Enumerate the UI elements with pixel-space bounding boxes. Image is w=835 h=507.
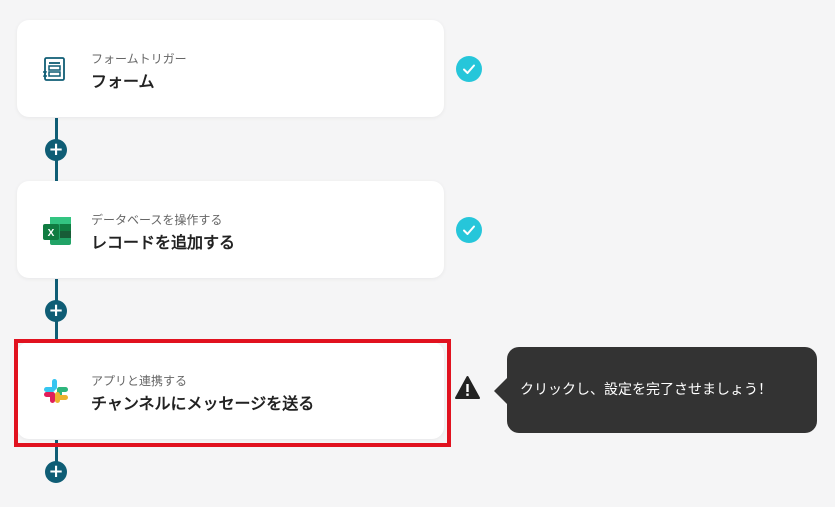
step-subtitle: アプリと連携する (91, 374, 188, 388)
step-card-form-trigger[interactable]: フォームトリガー フォーム (17, 20, 444, 117)
tooltip-text: クリックし、設定を完了させましょう！ (520, 382, 772, 398)
tooltip-arrow (494, 377, 508, 405)
svg-text:X: X (48, 228, 55, 239)
slack-icon (41, 376, 71, 406)
add-step-button[interactable]: + (45, 461, 67, 483)
step-title: フォーム (91, 72, 155, 91)
add-step-button[interactable]: + (45, 139, 67, 161)
excel-icon: X (41, 215, 71, 245)
step-subtitle: フォームトリガー (91, 52, 187, 66)
add-step-button[interactable]: + (45, 300, 67, 322)
step-title: チャンネルにメッセージを送る (91, 394, 315, 413)
form-trigger-icon (41, 54, 71, 84)
step-card-slack[interactable]: アプリと連携する チャンネルにメッセージを送る (17, 342, 444, 439)
check-icon (456, 217, 482, 243)
warning-icon (454, 375, 481, 401)
check-icon (456, 56, 482, 82)
step-card-database[interactable]: X データベースを操作する レコードを追加する (17, 181, 444, 278)
step-subtitle: データベースを操作する (91, 213, 223, 227)
step-title: レコードを追加する (91, 233, 236, 252)
